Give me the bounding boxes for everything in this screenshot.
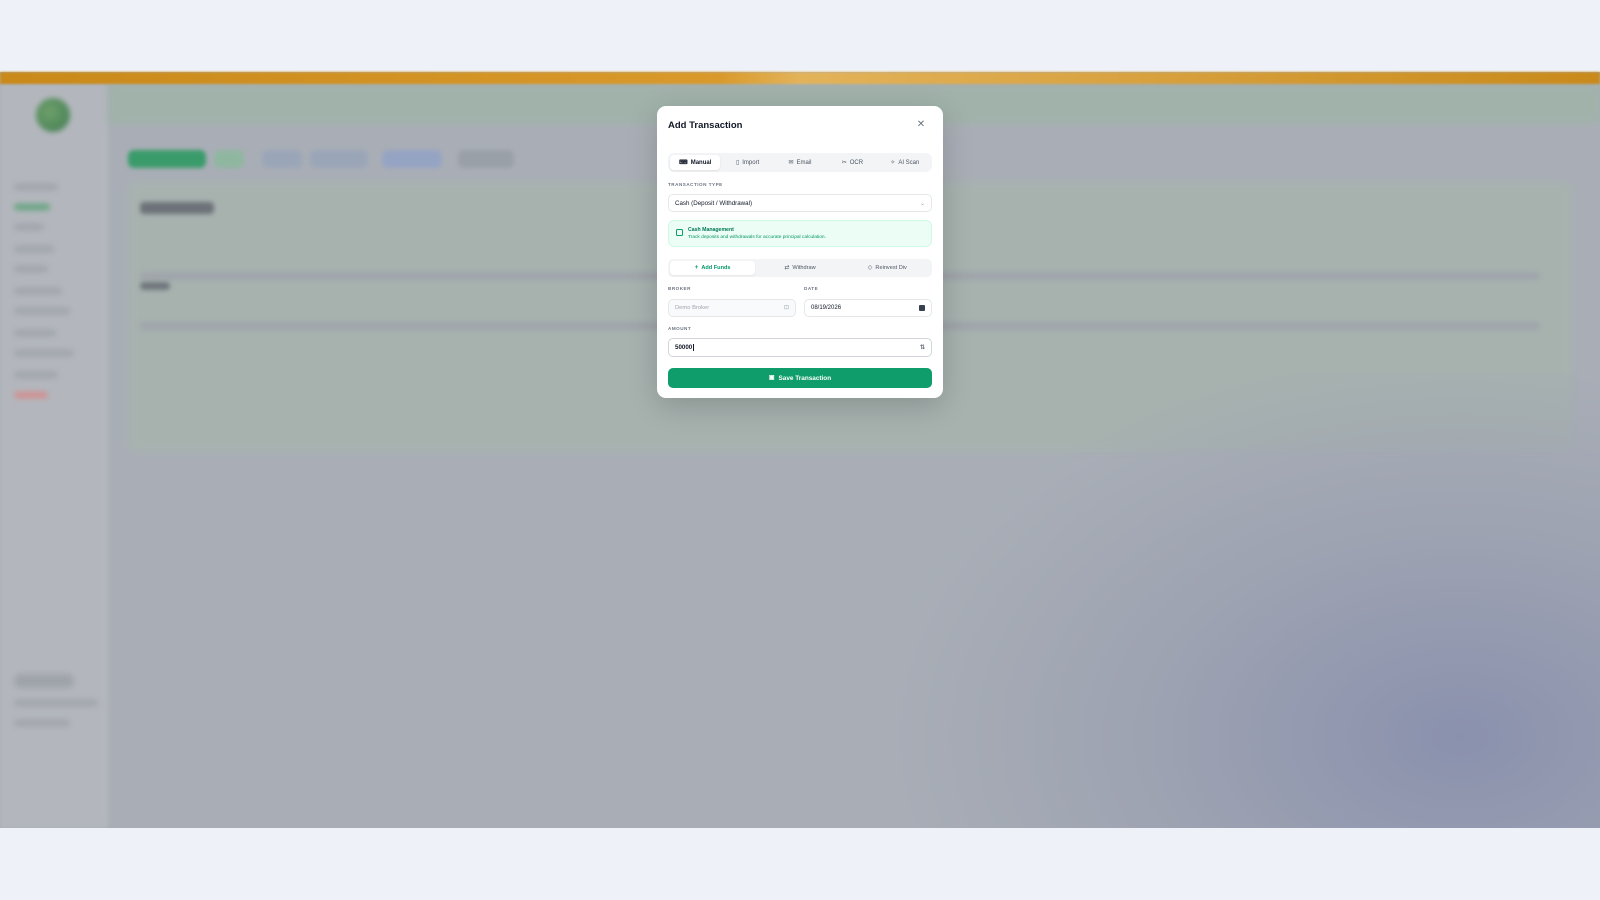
tab-label: AI Scan — [898, 159, 920, 166]
broker-value: Demo Broker — [675, 305, 710, 311]
scan-icon: ✂ — [841, 159, 847, 166]
background-button — [214, 150, 244, 168]
nav-placeholder — [14, 700, 98, 706]
add-funds-button[interactable]: + Add Funds — [670, 261, 756, 275]
modal-title: Add Transaction — [668, 120, 743, 131]
nav-placeholder — [14, 330, 56, 336]
nav-placeholder — [14, 350, 74, 356]
letterbox-top — [0, 0, 1600, 72]
swap-icon: ⇄ — [784, 265, 790, 271]
save-label: Save Transaction — [778, 374, 832, 382]
save-transaction-button[interactable]: ▣ Save Transaction — [668, 368, 932, 388]
nav-placeholder — [14, 674, 74, 688]
date-field[interactable]: 08/19/2026 — [804, 299, 932, 317]
nav-placeholder — [14, 308, 70, 314]
nav-placeholder — [14, 372, 58, 378]
amount-field[interactable]: 50000 ⇅ — [668, 338, 932, 357]
seg-label: Add Funds — [701, 265, 731, 271]
info-text: Track deposits and withdrawals for accur… — [688, 235, 826, 240]
broker-label: Broker — [668, 286, 691, 291]
transaction-type-label: Transaction Type — [668, 182, 723, 187]
add-transaction-modal: Add Transaction ✕ ⌨ Manual ▯ Import ✉ Em… — [657, 106, 943, 398]
transaction-type-value: Cash (Deposit / Withdrawal) — [675, 199, 753, 207]
nav-placeholder — [14, 392, 48, 398]
tab-label: Email — [796, 159, 812, 166]
sparkle-icon: ✧ — [890, 159, 896, 166]
file-icon: ▯ — [735, 159, 740, 166]
mail-icon: ✉ — [788, 159, 794, 166]
tag-icon: ◇ — [867, 265, 873, 271]
background-button — [382, 150, 442, 168]
nav-placeholder — [14, 266, 48, 272]
withdraw-button[interactable]: ⇄ Withdraw — [757, 261, 842, 275]
background-glow — [900, 372, 1600, 828]
lock-icon: ⊡ — [783, 305, 789, 311]
date-label: Date — [804, 286, 819, 291]
background-row — [140, 282, 170, 290]
tab-manual[interactable]: ⌨ Manual — [670, 155, 721, 170]
nav-placeholder — [14, 184, 58, 190]
tab-email[interactable]: ✉ Email — [775, 155, 825, 170]
input-method-tabs: ⌨ Manual ▯ Import ✉ Email ✂ OCR ✧ AI Sca… — [668, 153, 932, 172]
top-accent-bar — [0, 72, 1600, 84]
nav-placeholder — [14, 246, 54, 252]
tab-label: OCR — [849, 159, 864, 166]
date-value: 08/19/2026 — [811, 305, 842, 311]
nav-placeholder — [14, 224, 44, 230]
nav-placeholder — [14, 288, 62, 294]
amount-value: 50000 — [675, 344, 693, 352]
keyboard-icon: ⌨ — [679, 159, 688, 166]
background-button — [262, 150, 302, 168]
seg-label: Reinvest Div — [875, 265, 907, 271]
tab-ocr[interactable]: ✂ OCR — [827, 155, 877, 170]
background-button — [128, 150, 206, 168]
transaction-type-select[interactable]: Cash (Deposit / Withdrawal) ⌄ — [668, 194, 932, 212]
close-icon[interactable]: ✕ — [915, 119, 927, 131]
nav-placeholder — [14, 204, 50, 210]
background-button — [310, 150, 368, 168]
cash-management-info: Cash Management Track deposits and withd… — [668, 220, 932, 247]
logo — [36, 98, 70, 132]
nav-placeholder — [14, 720, 70, 726]
letterbox-bottom — [0, 828, 1600, 900]
tab-ai-scan[interactable]: ✧ AI Scan — [880, 155, 930, 170]
text-caret — [693, 343, 695, 351]
info-title: Cash Management — [688, 227, 734, 233]
currency-swap-icon[interactable]: ⇅ — [920, 344, 925, 351]
tab-import[interactable]: ▯ Import — [722, 155, 772, 170]
reinvest-div-button[interactable]: ◇ Reinvest Div — [845, 261, 930, 275]
tab-label: Manual — [690, 159, 712, 166]
calendar-icon[interactable] — [919, 305, 925, 311]
tab-label: Import — [742, 159, 760, 166]
amount-label: Amount — [668, 326, 692, 331]
background-sidebar — [0, 84, 108, 828]
chevron-down-icon: ⌄ — [919, 200, 925, 207]
cash-action-toggle: + Add Funds ⇄ Withdraw ◇ Reinvest Div — [668, 259, 932, 277]
save-icon: ▣ — [768, 375, 775, 381]
plus-icon: + — [694, 265, 699, 271]
wallet-icon — [676, 229, 683, 236]
broker-field: Demo Broker ⊡ — [668, 299, 796, 317]
background-button — [458, 150, 514, 168]
background-row — [140, 202, 214, 214]
seg-label: Withdraw — [792, 265, 816, 271]
